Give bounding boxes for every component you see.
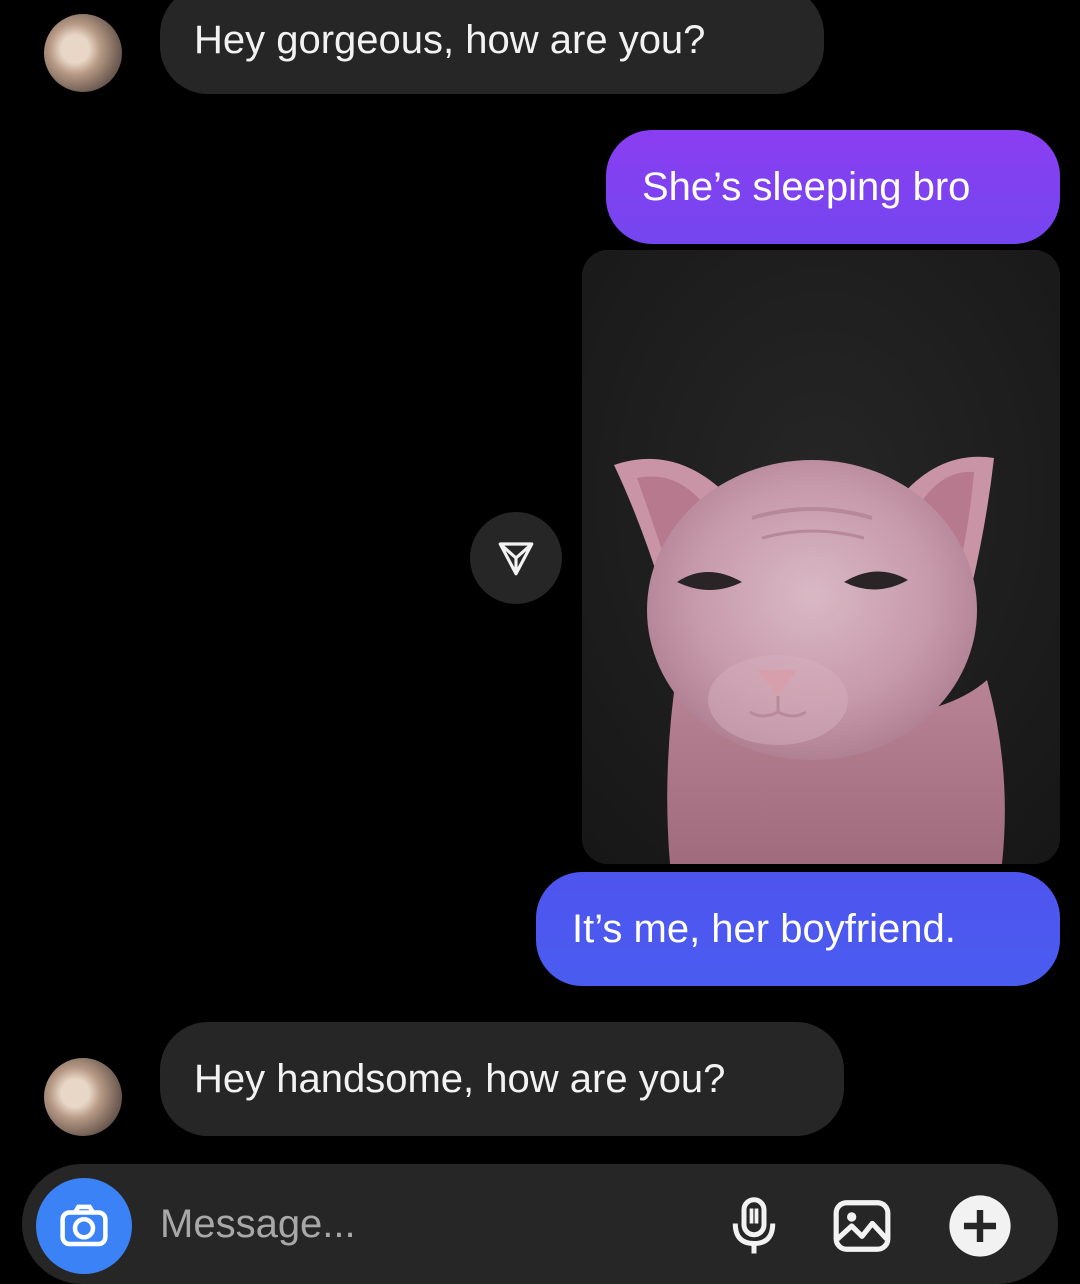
more-button[interactable] — [940, 1186, 1020, 1266]
message-text: Hey handsome, how are you? — [194, 1057, 726, 1101]
sphynx-cat-image — [582, 250, 1060, 864]
camera-button[interactable] — [36, 1178, 132, 1274]
contact-avatar[interactable] — [44, 14, 122, 92]
incoming-message[interactable]: Hey handsome, how are you? — [160, 1022, 844, 1136]
message-composer — [22, 1164, 1058, 1284]
contact-avatar[interactable] — [44, 1058, 122, 1136]
gallery-button[interactable] — [822, 1186, 902, 1266]
message-input[interactable] — [160, 1196, 700, 1252]
gallery-icon — [833, 1200, 891, 1252]
message-text: It’s me, her boyfriend. — [572, 907, 956, 951]
outgoing-message[interactable]: She’s sleeping bro — [606, 130, 1060, 244]
plus-icon — [949, 1195, 1011, 1257]
message-photo[interactable] — [582, 250, 1060, 864]
share-button[interactable] — [470, 512, 562, 604]
message-text: She’s sleeping bro — [642, 165, 971, 209]
outgoing-message[interactable]: It’s me, her boyfriend. — [536, 872, 1060, 986]
camera-icon — [60, 1204, 108, 1247]
send-icon — [498, 542, 534, 576]
microphone-icon — [732, 1197, 776, 1254]
message-text: Hey gorgeous, how are you? — [194, 18, 706, 62]
voice-button[interactable] — [714, 1186, 794, 1266]
incoming-message[interactable]: Hey gorgeous, how are you? — [160, 0, 824, 94]
